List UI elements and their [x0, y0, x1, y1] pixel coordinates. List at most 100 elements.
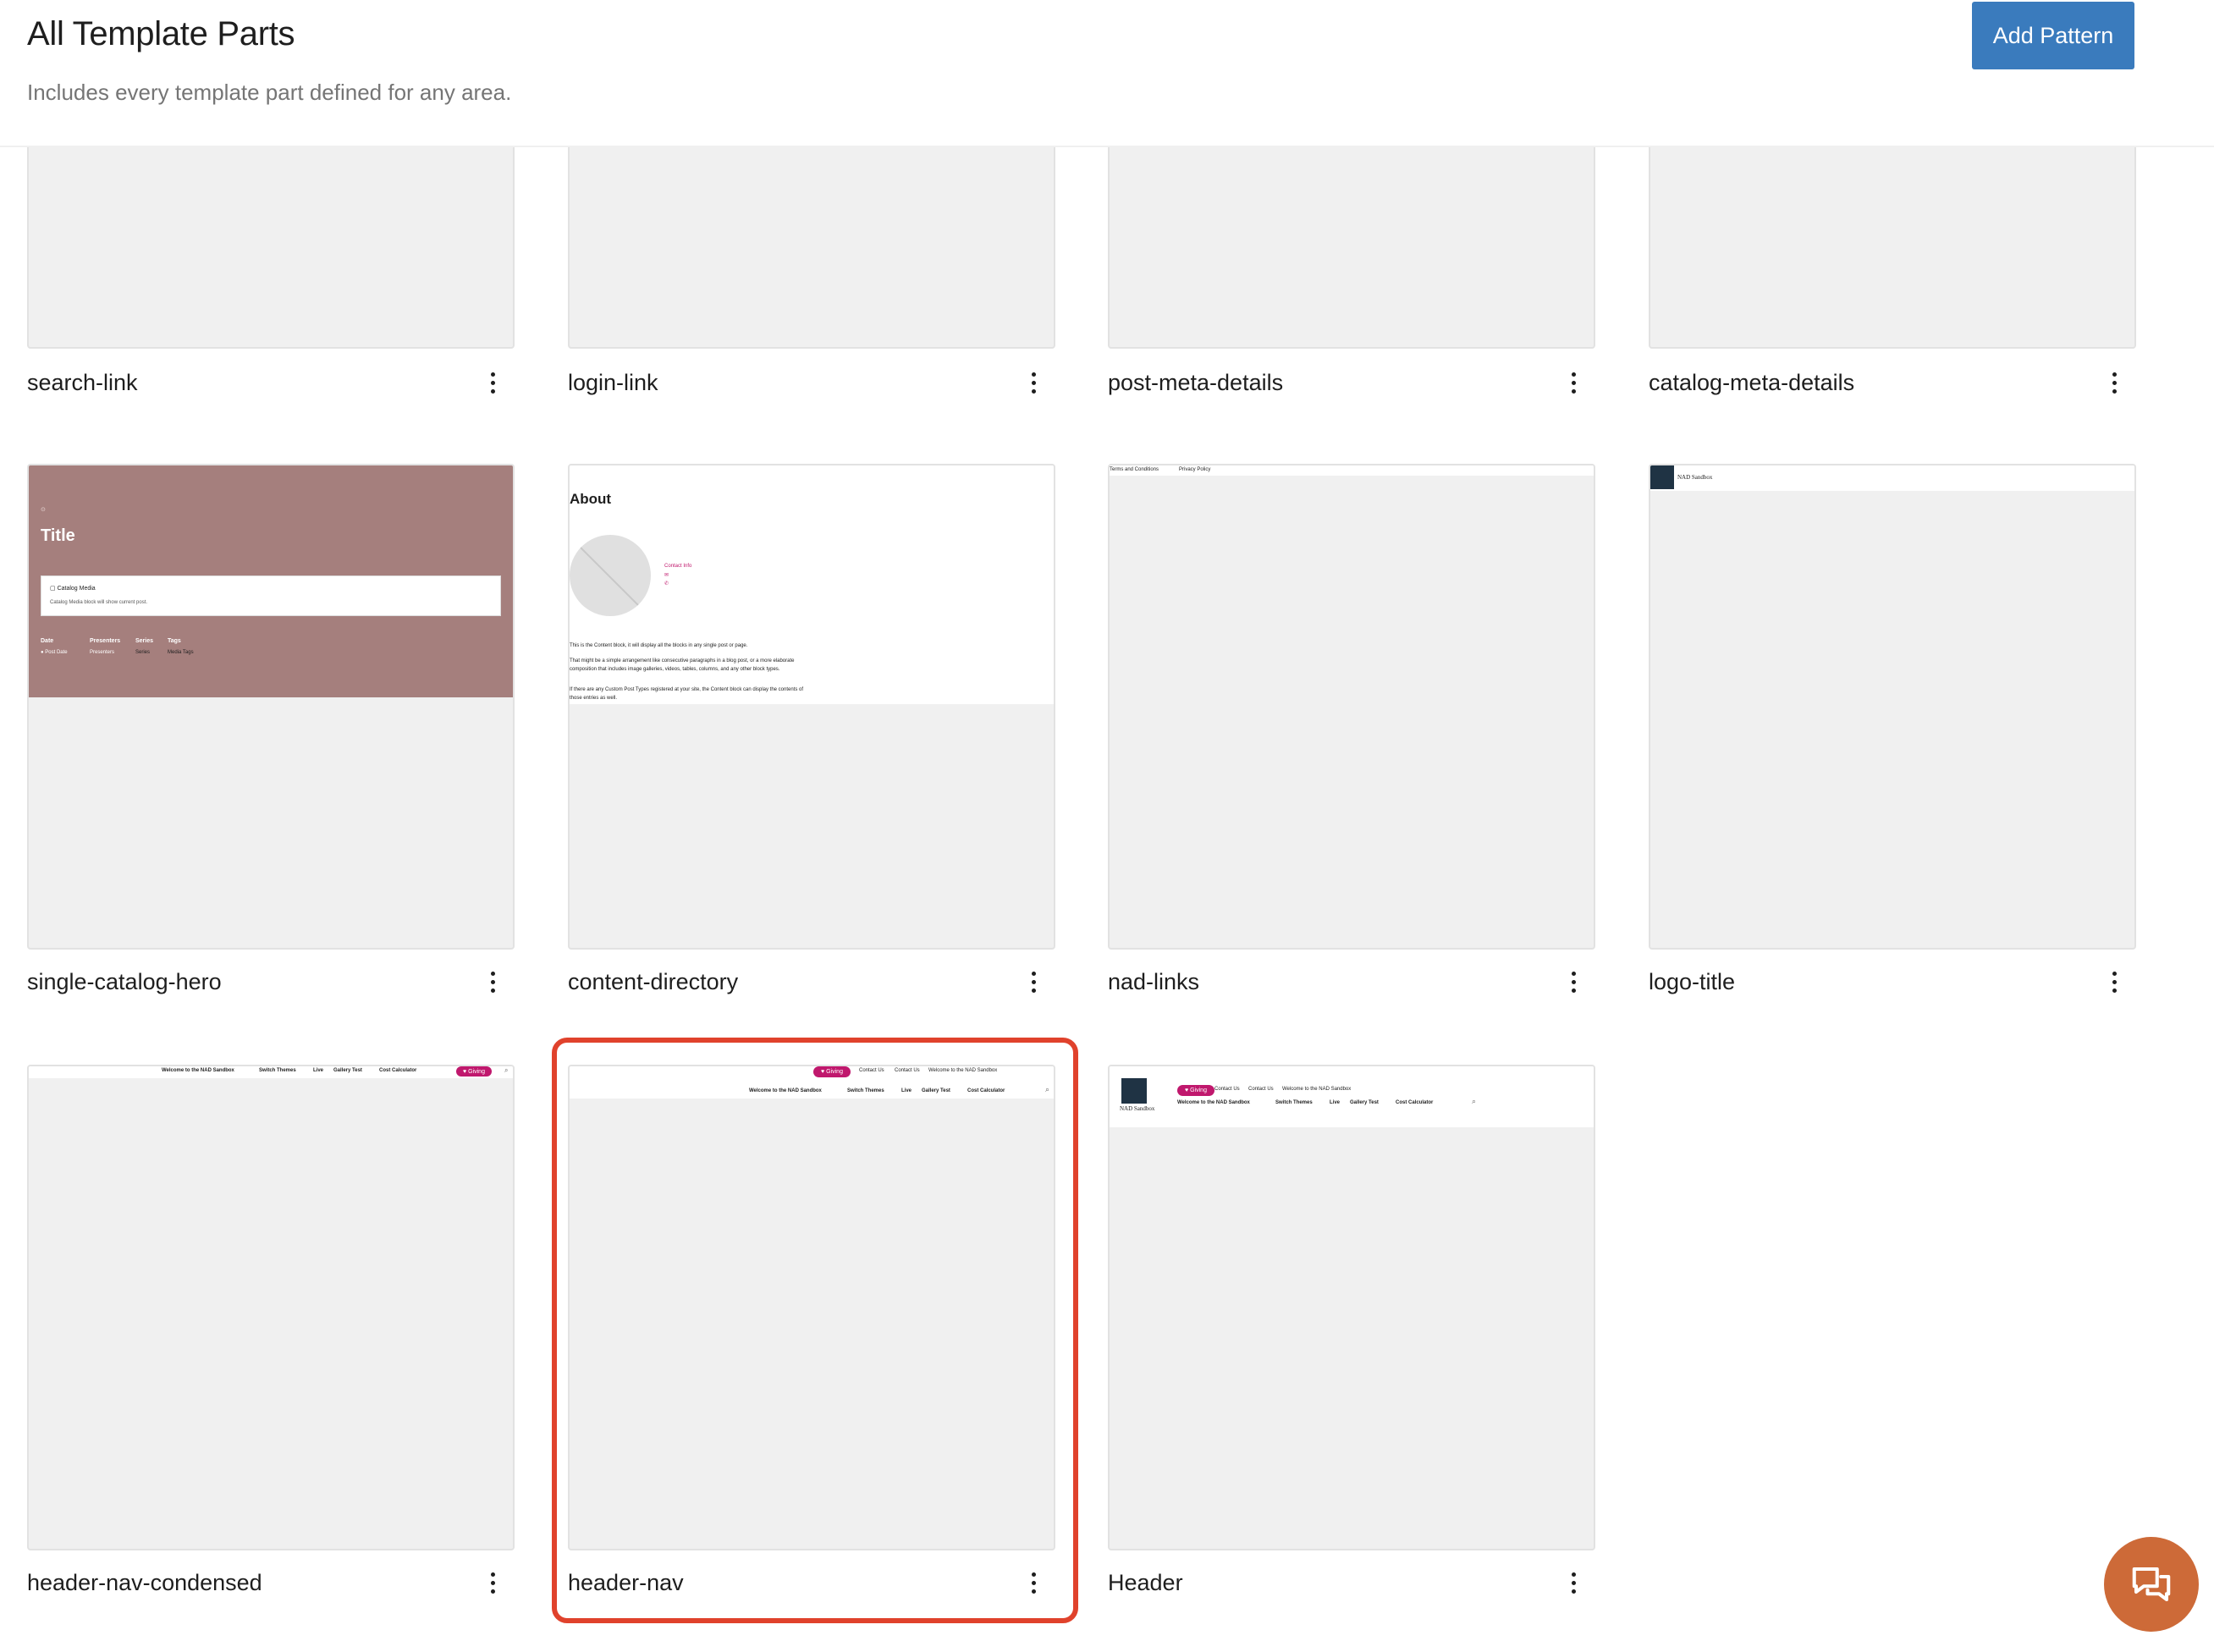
directory-paragraph-2a: That might be a simple arrangement like …	[570, 658, 795, 664]
chat-button[interactable]	[2104, 1537, 2199, 1632]
directory-paragraph-3a: If there are any Custom Post Types regis…	[570, 687, 804, 692]
nav-item: Switch Themes	[1275, 1100, 1313, 1105]
top-link: Contact Us	[1248, 1087, 1274, 1092]
directory-paragraph-1: This is the Content block, it will displ…	[570, 643, 748, 648]
top-link: Contact Us	[859, 1068, 884, 1073]
more-actions-button[interactable]	[2097, 366, 2131, 399]
card-title[interactable]: logo-title	[1649, 969, 1735, 995]
more-actions-button[interactable]	[1016, 366, 1050, 399]
more-vertical-icon	[2112, 971, 2117, 993]
meta-header-date: Date	[41, 638, 54, 644]
hero-breadcrumb-icon: ⊙	[41, 507, 46, 513]
top-link: Welcome to the NAD Sandbox	[928, 1068, 998, 1073]
header-preview-block: NAD Sandbox ♥ Giving Contact Us Contact …	[1110, 1066, 1594, 1127]
card-title[interactable]: header-nav-condensed	[27, 1570, 262, 1596]
directory-paragraph-3b: those entries as well.	[570, 696, 618, 701]
nav-item: Cost Calculator	[967, 1088, 1005, 1093]
email-icon: ✉	[664, 573, 669, 578]
contact-info-label: Contact Info	[664, 564, 692, 569]
page-header: All Template Parts Includes every templa…	[0, 0, 2214, 147]
site-name: NAD Sandbox	[1120, 1105, 1155, 1112]
nav-preview-block: ♥ Giving Contact Us Contact Us Welcome t…	[570, 1066, 1054, 1099]
nav-item: Welcome to the NAD Sandbox	[749, 1088, 822, 1093]
card-title[interactable]: single-catalog-hero	[27, 969, 222, 995]
chat-bubbles-icon	[2132, 1567, 2171, 1602]
more-vertical-icon	[490, 971, 495, 993]
nav-item: Welcome to the NAD Sandbox	[1177, 1100, 1250, 1105]
card-title[interactable]: catalog-meta-details	[1649, 370, 1854, 396]
card-title[interactable]: search-link	[27, 370, 138, 396]
card-preview[interactable]: ⊙ Title ▢ Catalog Media Catalog Media bl…	[27, 464, 515, 950]
catalog-media-box: ▢ Catalog Media Catalog Media block will…	[41, 575, 501, 616]
giving-pill: ♥ Giving	[1177, 1085, 1214, 1096]
more-actions-button[interactable]	[476, 965, 509, 999]
giving-pill: ♥ Giving	[456, 1066, 492, 1077]
card-preview[interactable]: ♥ Giving Contact Us Contact Us Welcome t…	[568, 1065, 1055, 1550]
privacy-link: Privacy Policy	[1179, 467, 1211, 472]
card-title[interactable]: content-directory	[568, 969, 738, 995]
more-vertical-icon	[1571, 372, 1576, 394]
more-vertical-icon	[1571, 971, 1576, 993]
more-vertical-icon	[1031, 1572, 1036, 1594]
nav-item: Gallery Test	[1350, 1100, 1379, 1105]
more-actions-button[interactable]	[1556, 965, 1590, 999]
site-name: NAD Sandbox	[1677, 474, 1713, 481]
nav-item: Cost Calculator	[1396, 1100, 1434, 1105]
nav-item: Cost Calculator	[379, 1068, 417, 1073]
card-preview[interactable]: NAD Sandbox	[1649, 464, 2136, 950]
hero-preview-block: ⊙ Title ▢ Catalog Media Catalog Media bl…	[29, 465, 513, 697]
site-logo	[1121, 1078, 1147, 1104]
more-vertical-icon	[1031, 372, 1036, 394]
more-actions-button[interactable]	[1556, 1566, 1590, 1600]
directory-preview-block: About Contact Info ✉ ✆ This is the Conte…	[570, 465, 1054, 704]
card-title[interactable]: post-meta-details	[1108, 370, 1283, 396]
more-actions-button[interactable]	[476, 366, 509, 399]
top-link: Contact Us	[895, 1068, 920, 1073]
card-preview[interactable]: Welcome to the NAD Sandbox Switch Themes…	[27, 1065, 515, 1550]
search-icon: ⌕	[1472, 1097, 1477, 1105]
catalog-media-desc: Catalog Media block will show current po…	[50, 600, 148, 605]
nav-condensed-preview-block: Welcome to the NAD Sandbox Switch Themes…	[29, 1066, 513, 1078]
search-icon: ⌕	[504, 1066, 509, 1074]
nav-item: Welcome to the NAD Sandbox	[162, 1068, 234, 1073]
card-title[interactable]: header-nav	[568, 1570, 684, 1596]
add-pattern-button[interactable]: Add Pattern	[1972, 2, 2134, 69]
meta-header-presenters: Presenters	[90, 638, 121, 644]
more-vertical-icon	[490, 1572, 495, 1594]
more-actions-button[interactable]	[476, 1566, 509, 1600]
more-actions-button[interactable]	[1016, 1566, 1050, 1600]
more-actions-button[interactable]	[1556, 366, 1590, 399]
terms-link: Terms and Conditions	[1110, 467, 1159, 472]
giving-pill: ♥ Giving	[813, 1066, 851, 1077]
meta-header-series: Series	[135, 638, 154, 644]
more-actions-button[interactable]	[1016, 965, 1050, 999]
logo-preview-block: NAD Sandbox	[1650, 465, 2134, 491]
page-description: Includes every template part defined for…	[27, 80, 512, 105]
card-preview[interactable]: NAD Sandbox ♥ Giving Contact Us Contact …	[1108, 1065, 1595, 1550]
card-preview[interactable]: About Contact Info ✉ ✆ This is the Conte…	[568, 464, 1055, 950]
search-icon: ⌕	[1045, 1085, 1050, 1093]
nav-item: Live	[313, 1068, 324, 1073]
top-link: Contact Us	[1214, 1087, 1240, 1092]
nav-item: Switch Themes	[847, 1088, 884, 1093]
card-preview[interactable]: Terms and Conditions Privacy Policy	[1108, 464, 1595, 950]
more-actions-button[interactable]	[2097, 965, 2131, 999]
top-link: Welcome to the NAD Sandbox	[1282, 1087, 1352, 1092]
avatar-placeholder	[570, 535, 651, 616]
page-title: All Template Parts	[27, 15, 295, 52]
nav-item: Gallery Test	[333, 1068, 362, 1073]
card-title[interactable]: login-link	[568, 370, 658, 396]
card-title[interactable]: Header	[1108, 1570, 1183, 1596]
meta-value-presenters: Presenters	[90, 650, 115, 655]
meta-value-date: ● Post Date	[41, 650, 68, 655]
more-vertical-icon	[2112, 372, 2117, 394]
meta-header-tags: Tags	[168, 638, 181, 644]
site-logo	[1650, 465, 1674, 489]
nav-item: Switch Themes	[259, 1068, 296, 1073]
directory-paragraph-2b: composition that includes image gallerie…	[570, 667, 780, 672]
more-vertical-icon	[1031, 971, 1036, 993]
meta-value-tags: Media Tags	[168, 650, 194, 655]
directory-heading: About	[570, 491, 612, 507]
catalog-media-label: ▢ Catalog Media	[50, 586, 96, 592]
card-title[interactable]: nad-links	[1108, 969, 1199, 995]
